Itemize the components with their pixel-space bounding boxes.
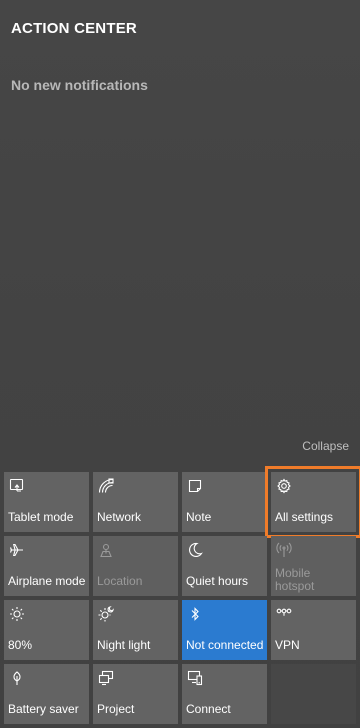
quick-actions-grid: Tablet mode Network Note All settings Ai… xyxy=(4,466,360,724)
note-tile[interactable]: Note xyxy=(182,472,267,532)
bluetooth-label: Not connected xyxy=(186,638,264,652)
location-label: Location xyxy=(97,574,143,588)
bluetooth-tile[interactable]: Not connected xyxy=(182,600,267,660)
network-icon xyxy=(98,478,114,494)
hotspot-icon xyxy=(276,542,292,558)
gear-icon xyxy=(276,478,292,494)
tablet-mode-tile[interactable]: Tablet mode xyxy=(4,472,89,532)
moon-icon xyxy=(187,542,203,558)
airplane-mode-label: Airplane mode xyxy=(8,574,86,588)
network-label: Network xyxy=(97,510,142,524)
network-tile[interactable]: Network xyxy=(93,472,178,532)
tablet-mode-icon xyxy=(9,478,25,494)
battery-saver-icon xyxy=(9,670,25,686)
brightness-tile[interactable]: 80% xyxy=(4,600,89,660)
location-icon xyxy=(98,542,114,558)
tablet-mode-label: Tablet mode xyxy=(8,510,74,524)
connect-icon xyxy=(187,670,203,686)
bluetooth-icon xyxy=(187,606,203,622)
connect-label: Connect xyxy=(186,702,231,716)
mobile-hotspot-tile[interactable]: Mobile hotspot xyxy=(271,536,356,596)
project-tile[interactable]: Project xyxy=(93,664,178,724)
brightness-label: 80% xyxy=(8,638,33,652)
empty-tile-slot xyxy=(271,664,356,724)
vpn-icon xyxy=(276,606,292,622)
airplane-icon xyxy=(9,542,25,558)
vpn-tile[interactable]: VPN xyxy=(271,600,356,660)
battery-saver-tile[interactable]: Battery saver xyxy=(4,664,89,724)
airplane-mode-tile[interactable]: Airplane mode xyxy=(4,536,89,596)
project-icon xyxy=(98,670,114,686)
battery-saver-label: Battery saver xyxy=(8,702,79,716)
vpn-label: VPN xyxy=(275,638,300,652)
night-light-icon xyxy=(98,606,114,622)
action-center-panel: ACTION CENTER No new notifications Colla… xyxy=(0,0,360,728)
project-label: Project xyxy=(97,702,135,716)
quiet-hours-tile[interactable]: Quiet hours xyxy=(182,536,267,596)
connect-tile[interactable]: Connect xyxy=(182,664,267,724)
location-tile[interactable]: Location xyxy=(93,536,178,596)
note-label: Note xyxy=(186,510,212,524)
mobile-hotspot-label: Mobile hotspot xyxy=(275,566,315,593)
collapse-link[interactable]: Collapse xyxy=(302,439,349,453)
brightness-icon xyxy=(9,606,25,622)
quiet-hours-label: Quiet hours xyxy=(186,574,249,588)
night-light-label: Night light xyxy=(97,638,151,652)
all-settings-label: All settings xyxy=(275,510,334,524)
night-light-tile[interactable]: Night light xyxy=(93,600,178,660)
action-center-title: ACTION CENTER xyxy=(11,20,137,37)
no-notifications-message: No new notifications xyxy=(11,77,148,93)
all-settings-tile[interactable]: All settings xyxy=(265,466,360,538)
note-icon xyxy=(187,478,203,494)
